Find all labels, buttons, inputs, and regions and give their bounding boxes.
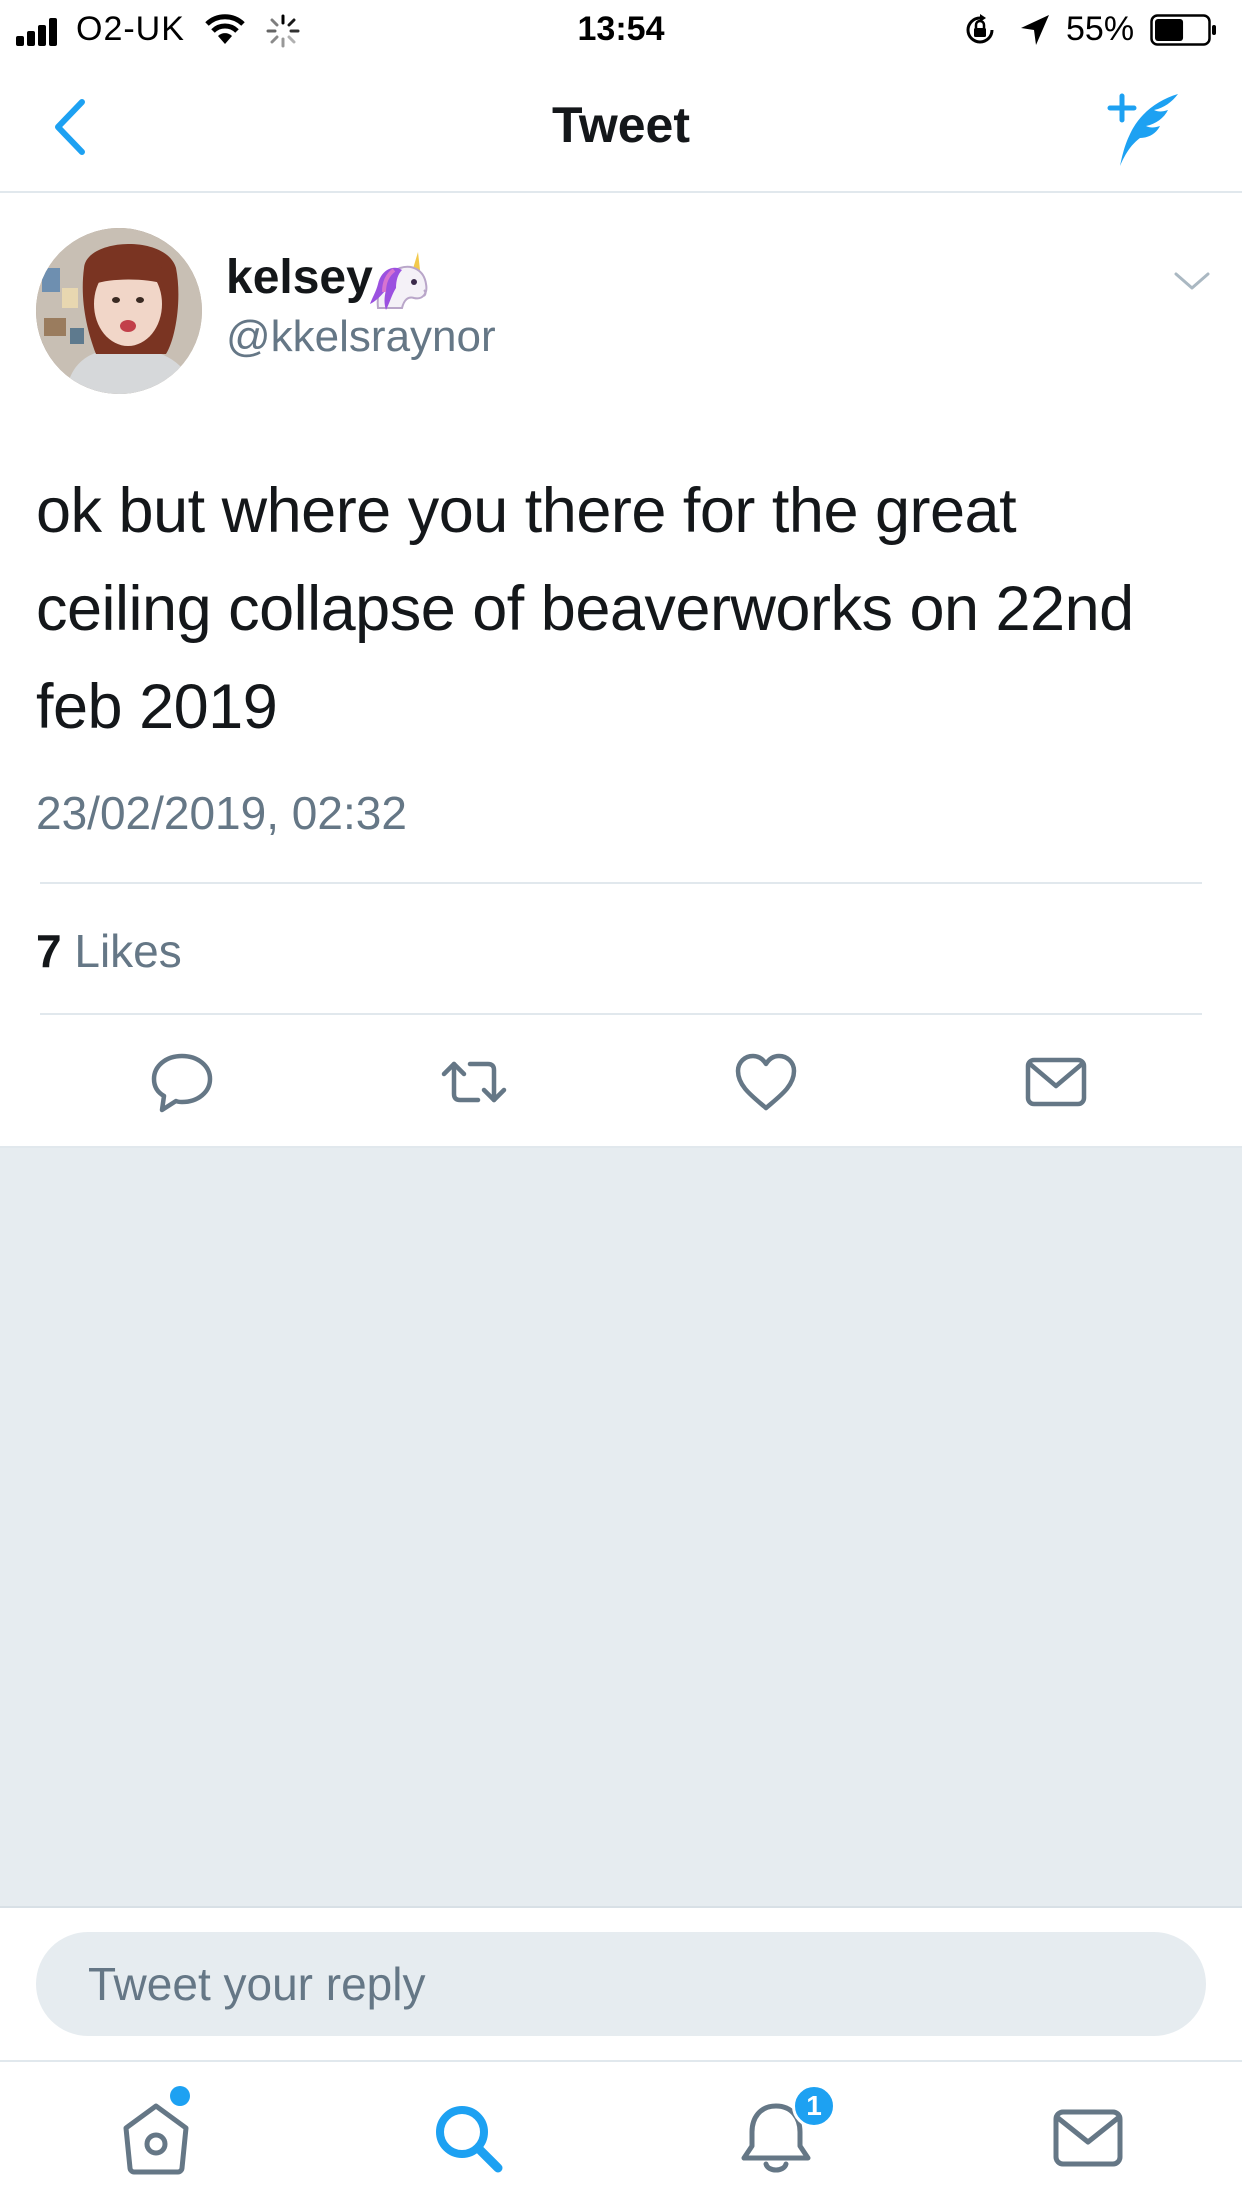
likes-count[interactable]: 7 Likes: [36, 924, 182, 978]
divider: [0, 1906, 1242, 1908]
user-handle[interactable]: @kkelsraynor: [226, 312, 496, 362]
chevron-down-icon[interactable]: [1172, 266, 1212, 296]
tab-bar-divider: [0, 2060, 1242, 2062]
nav-divider: [0, 191, 1242, 193]
messages-icon[interactable]: [1048, 2098, 1128, 2178]
retweet-icon[interactable]: [438, 1046, 510, 1118]
page-title: Tweet: [552, 97, 690, 153]
likes-number: 7: [36, 925, 62, 977]
tweet-text: ok but where you there for the great cei…: [36, 476, 1134, 742]
rotation-lock-icon: [966, 14, 994, 44]
reply-input[interactable]: [36, 1932, 1206, 2036]
direct-message-icon[interactable]: [1020, 1046, 1092, 1118]
status-time: 13:54: [577, 10, 665, 48]
notifications-badge: 1: [792, 2084, 836, 2128]
likes-label: Likes: [74, 925, 182, 977]
battery-percent: 55%: [1066, 10, 1135, 48]
reply-icon[interactable]: [146, 1046, 218, 1118]
conversation-background: [0, 1146, 1242, 1908]
avatar[interactable]: [36, 228, 202, 394]
home-icon[interactable]: [116, 2098, 196, 2178]
location-arrow-icon: [1021, 15, 1049, 45]
search-icon[interactable]: [428, 2098, 508, 2178]
unicorn-icon: [370, 252, 428, 310]
battery-icon: [1150, 14, 1216, 46]
divider: [40, 882, 1202, 884]
divider: [40, 1013, 1202, 1015]
home-new-dot: [170, 2086, 190, 2106]
display-name[interactable]: kelsey: [226, 250, 373, 305]
compose-tweet-icon[interactable]: [1102, 90, 1182, 170]
tweet-timestamp: 23/02/2019, 02:32: [36, 787, 407, 839]
like-icon[interactable]: [730, 1046, 802, 1118]
status-bar: O2-UK 13:54 55%: [0, 0, 1242, 64]
